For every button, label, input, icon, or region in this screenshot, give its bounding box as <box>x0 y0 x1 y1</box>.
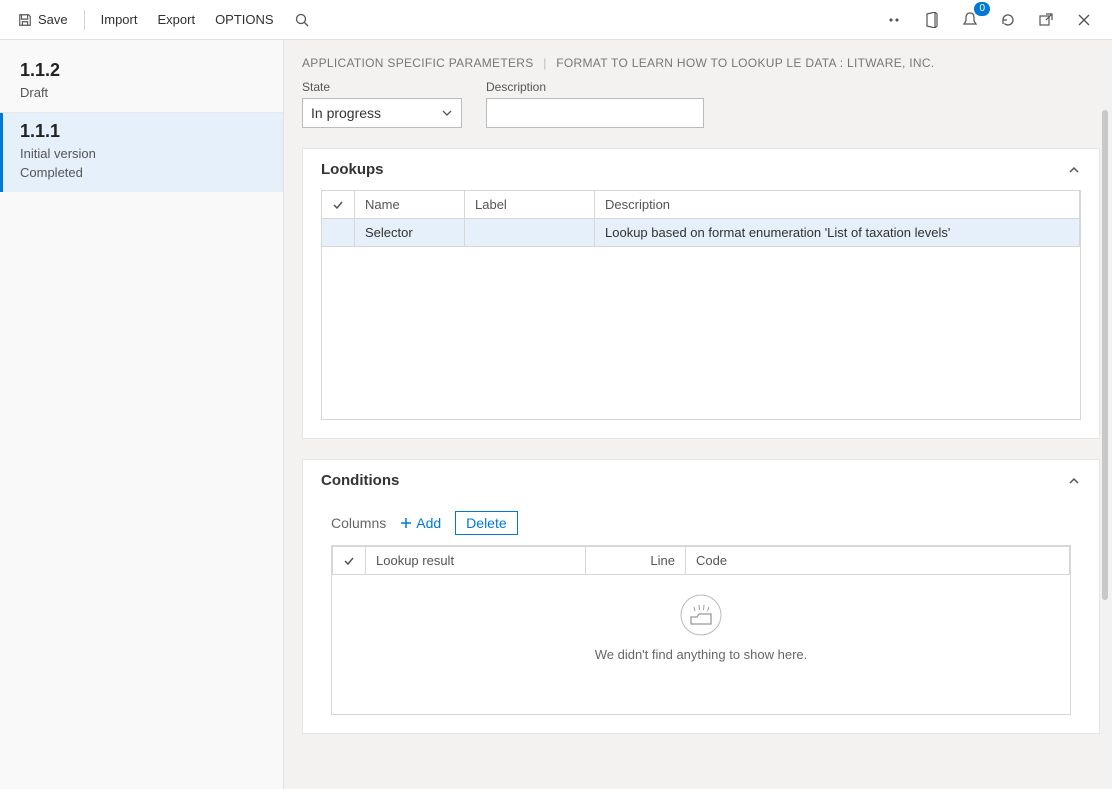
options-label: OPTIONS <box>215 12 274 27</box>
refresh-button[interactable] <box>994 6 1022 34</box>
lookups-title: Lookups <box>321 161 384 178</box>
breadcrumb-b: FORMAT TO LEARN HOW TO LOOKUP LE DATA : … <box>556 56 934 70</box>
description-input[interactable] <box>486 98 704 128</box>
toolbar: Save Import Export OPTIONS 0 <box>0 0 1112 40</box>
conditions-toolbar: Columns Add Delete <box>303 501 1099 541</box>
notification-badge: 0 <box>974 2 990 16</box>
version-status: Completed <box>20 165 263 180</box>
notifications-button[interactable]: 0 <box>956 6 984 34</box>
breadcrumb-a: APPLICATION SPECIFIC PARAMETERS <box>302 56 534 70</box>
office-icon[interactable] <box>918 6 946 34</box>
add-label: Add <box>416 515 441 531</box>
connector-icon[interactable] <box>880 6 908 34</box>
lookups-header-row: Name Label Description <box>322 191 1080 219</box>
sidebar: 1.1.2 Draft 1.1.1 Initial version Comple… <box>0 40 284 789</box>
empty-folder-icon <box>679 593 723 637</box>
close-button[interactable] <box>1070 6 1098 34</box>
export-button[interactable]: Export <box>147 6 205 33</box>
version-status: Draft <box>20 85 263 100</box>
cell-name: Selector <box>355 219 465 247</box>
save-icon <box>18 13 32 27</box>
cell-description: Lookup based on format enumeration 'List… <box>595 219 1080 247</box>
options-button[interactable]: OPTIONS <box>205 6 284 33</box>
check-header[interactable] <box>333 547 366 575</box>
open-new-button[interactable] <box>1032 6 1060 34</box>
lookups-panel: Lookups Name Label Description <box>302 148 1100 439</box>
cell-label <box>465 219 595 247</box>
save-button[interactable]: Save <box>8 6 78 33</box>
description-field: Description <box>486 80 704 128</box>
conditions-panel: Conditions Columns Add Delete <box>302 459 1100 734</box>
state-value: In progress <box>311 105 381 121</box>
version-item-1-1-1[interactable]: 1.1.1 Initial version Completed <box>0 113 283 192</box>
import-label: Import <box>101 12 138 27</box>
toolbar-right: 0 <box>880 6 1104 34</box>
lookups-body: Name Label Description Selector Lookup b… <box>303 190 1099 438</box>
columns-button[interactable]: Columns <box>331 515 386 531</box>
toolbar-divider <box>84 10 85 30</box>
state-field: State In progress <box>302 80 462 128</box>
chevron-up-icon <box>1067 163 1081 177</box>
breadcrumb-sep: | <box>537 56 552 70</box>
lookups-row[interactable]: Selector Lookup based on format enumerat… <box>322 219 1080 247</box>
search-button[interactable] <box>284 6 320 34</box>
conditions-title: Conditions <box>321 472 399 489</box>
add-button[interactable]: Add <box>400 515 441 531</box>
description-label: Description <box>486 80 704 94</box>
chevron-down-icon <box>441 107 453 119</box>
conditions-header-row: Lookup result Line Code <box>333 547 1070 575</box>
breadcrumb: APPLICATION SPECIFIC PARAMETERS | FORMAT… <box>302 56 1100 70</box>
content-area: 1.1.2 Draft 1.1.1 Initial version Comple… <box>0 40 1112 789</box>
check-header[interactable] <box>322 191 355 219</box>
save-label: Save <box>38 12 68 27</box>
lookups-grid: Name Label Description Selector Lookup b… <box>321 190 1081 420</box>
col-name[interactable]: Name <box>355 191 465 219</box>
plus-icon <box>400 517 412 529</box>
form-row: State In progress Description <box>302 80 1100 128</box>
col-label[interactable]: Label <box>465 191 595 219</box>
version-item-1-1-2[interactable]: 1.1.2 Draft <box>0 52 283 113</box>
col-description[interactable]: Description <box>595 191 1080 219</box>
col-line[interactable]: Line <box>586 547 686 575</box>
delete-button[interactable]: Delete <box>455 511 517 535</box>
state-label: State <box>302 80 462 94</box>
conditions-header[interactable]: Conditions <box>303 460 1099 501</box>
export-label: Export <box>157 12 195 27</box>
col-code[interactable]: Code <box>686 547 1070 575</box>
scrollbar[interactable] <box>1102 110 1108 600</box>
col-lookup-result[interactable]: Lookup result <box>366 547 586 575</box>
lookups-header[interactable]: Lookups <box>303 149 1099 190</box>
main-panel: APPLICATION SPECIFIC PARAMETERS | FORMAT… <box>284 40 1112 789</box>
version-title: 1.1.2 <box>20 60 263 81</box>
conditions-grid: Lookup result Line Code <box>331 545 1071 715</box>
empty-text: We didn't find anything to show here. <box>595 647 808 662</box>
row-check[interactable] <box>322 219 355 247</box>
state-select[interactable]: In progress <box>302 98 462 128</box>
empty-state: We didn't find anything to show here. <box>332 575 1070 672</box>
version-title: 1.1.1 <box>20 121 263 142</box>
version-desc: Initial version <box>20 146 263 161</box>
search-icon <box>294 12 310 28</box>
chevron-up-icon <box>1067 474 1081 488</box>
import-button[interactable]: Import <box>91 6 148 33</box>
